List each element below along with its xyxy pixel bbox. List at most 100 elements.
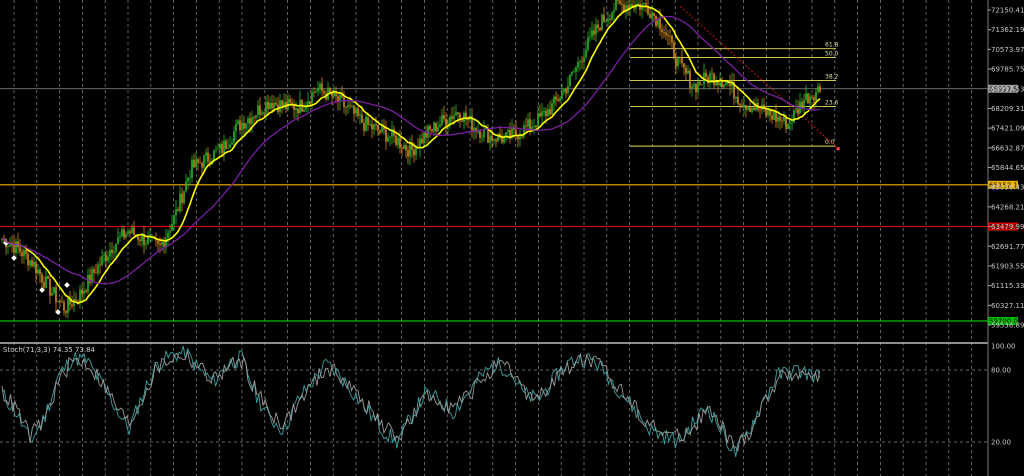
candle-body bbox=[507, 130, 509, 133]
candle-body bbox=[167, 232, 169, 238]
candle-body bbox=[239, 120, 241, 131]
candle-body bbox=[565, 88, 567, 94]
candle-body bbox=[89, 274, 91, 283]
candle-body bbox=[179, 193, 181, 211]
candle-body bbox=[313, 92, 315, 93]
candle-body bbox=[9, 244, 11, 247]
candle-body bbox=[57, 301, 59, 303]
price-tick-label: 70573.97 bbox=[991, 46, 1024, 54]
candle-body bbox=[45, 276, 47, 288]
candle-body bbox=[599, 27, 601, 31]
price-tick-label: 72150.41 bbox=[991, 7, 1024, 15]
candle-body bbox=[287, 99, 289, 109]
candle-body bbox=[661, 29, 663, 33]
price-tick-label: 59538.89 bbox=[991, 322, 1024, 330]
candle-body bbox=[685, 67, 687, 74]
candle-body bbox=[357, 108, 359, 116]
candle-body bbox=[415, 147, 417, 156]
candle-body bbox=[697, 81, 699, 93]
candle-body bbox=[409, 142, 411, 157]
candle-body bbox=[613, 10, 615, 13]
candle-body bbox=[671, 36, 673, 43]
candle-body bbox=[273, 102, 275, 109]
candle-body bbox=[525, 125, 527, 127]
candle-body bbox=[361, 114, 363, 123]
price-tick-label: 67421.09 bbox=[991, 125, 1024, 133]
candle-body bbox=[221, 144, 223, 154]
candle-body bbox=[245, 123, 247, 129]
candle-body bbox=[749, 107, 751, 112]
price-tick-label: 64268.21 bbox=[991, 203, 1024, 211]
candle-body bbox=[265, 101, 267, 114]
candle-body bbox=[347, 105, 349, 108]
candle-body bbox=[15, 241, 17, 254]
candle-body bbox=[679, 57, 681, 58]
candle-body bbox=[343, 97, 345, 107]
candle-body bbox=[437, 127, 439, 132]
candle-body bbox=[541, 111, 543, 117]
horizontal-levels: 65152.1863479.9959700.0068997.53 bbox=[0, 84, 1022, 326]
candle-body bbox=[23, 249, 25, 257]
candle-body bbox=[559, 98, 561, 102]
candle-body bbox=[473, 127, 475, 131]
fibonacci-retracement[interactable]: 61.850.0 38.2 23.6 0.0 bbox=[630, 5, 840, 151]
candle-body bbox=[813, 97, 815, 101]
candle-body bbox=[817, 86, 819, 93]
candle-body bbox=[157, 240, 159, 244]
candle-body bbox=[567, 85, 569, 94]
candle-body bbox=[101, 256, 103, 265]
candle-body bbox=[27, 253, 29, 266]
candle-body bbox=[307, 101, 309, 106]
price-tick-label: 71362.19 bbox=[991, 26, 1024, 34]
candle-body bbox=[457, 112, 459, 115]
candle-body bbox=[35, 261, 37, 274]
candle-body bbox=[47, 276, 49, 279]
moving-average-line bbox=[1, 15, 821, 285]
candle-body bbox=[111, 249, 113, 253]
candle-body bbox=[561, 91, 563, 99]
candle-body bbox=[515, 129, 517, 136]
candle-body bbox=[81, 289, 83, 294]
candle-body bbox=[97, 264, 99, 274]
candle-body bbox=[575, 67, 577, 72]
candle-body bbox=[95, 272, 97, 274]
stoch-tick-label: 20.00 bbox=[991, 439, 1011, 447]
candle-body bbox=[231, 142, 233, 145]
candle-body bbox=[609, 18, 611, 20]
candle-body bbox=[687, 70, 689, 74]
candle-body bbox=[789, 122, 791, 124]
candle-body bbox=[121, 229, 123, 237]
candle-body bbox=[737, 96, 739, 104]
candle-body bbox=[233, 131, 235, 143]
candle-body bbox=[53, 287, 55, 293]
candle-body bbox=[669, 36, 671, 37]
candle-body bbox=[739, 103, 741, 106]
price-chart-svg[interactable]: 65152.1863479.9959700.0068997.53 61.850.… bbox=[0, 0, 1024, 476]
candle-body bbox=[219, 144, 221, 149]
candle-body bbox=[65, 310, 67, 313]
candle-body bbox=[77, 300, 79, 302]
candle-body bbox=[681, 57, 683, 64]
candle-body bbox=[279, 100, 281, 112]
candle-body bbox=[723, 84, 725, 88]
candle-body bbox=[377, 124, 379, 131]
candle-body bbox=[745, 105, 747, 110]
candle-body bbox=[579, 61, 581, 63]
candle-body bbox=[229, 144, 231, 148]
candle-body bbox=[653, 12, 655, 16]
moving-averages bbox=[1, 4, 821, 305]
candle-body bbox=[505, 132, 507, 137]
candle-body bbox=[215, 149, 217, 151]
candle-body bbox=[303, 109, 305, 112]
candle-body bbox=[113, 251, 115, 253]
stoch-line bbox=[1, 351, 821, 453]
candle-body bbox=[539, 113, 541, 117]
candle-body bbox=[195, 159, 197, 168]
candle-body bbox=[701, 84, 703, 86]
candle-body bbox=[695, 84, 697, 93]
candle-body bbox=[103, 255, 105, 257]
candle-body bbox=[249, 118, 251, 124]
candle-body bbox=[481, 137, 483, 139]
candle-body bbox=[223, 140, 225, 154]
candle-body bbox=[587, 37, 589, 50]
